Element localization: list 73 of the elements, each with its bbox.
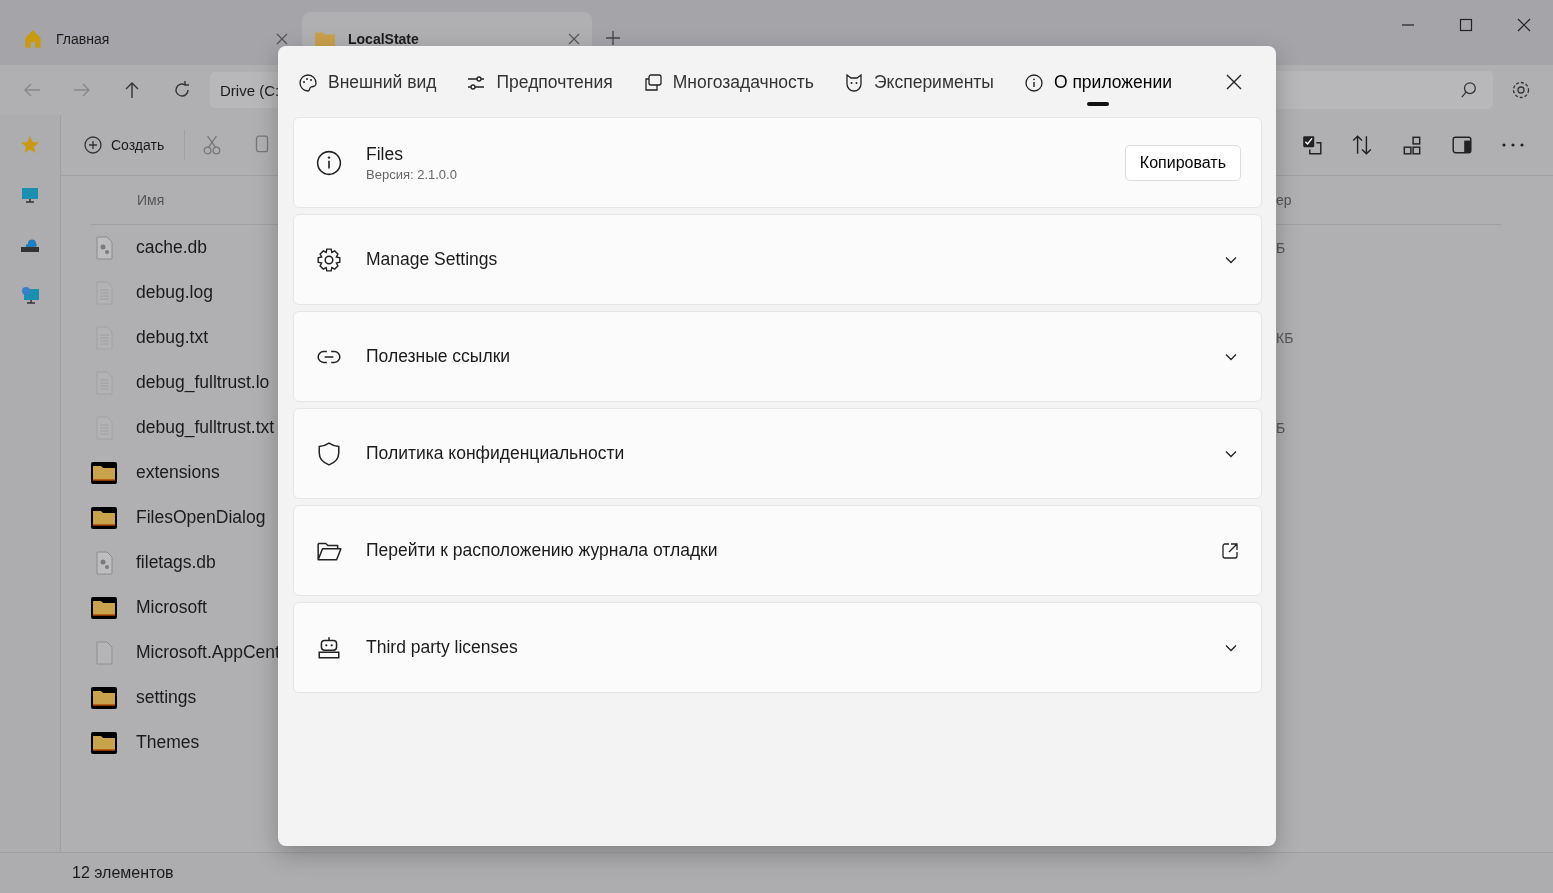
maximize-icon[interactable] [1459, 18, 1473, 32]
item-count: 12 элементов [72, 864, 174, 882]
close-icon[interactable] [1517, 18, 1531, 32]
palette-icon [298, 72, 318, 93]
folder-icon [91, 460, 117, 485]
folder-icon [91, 730, 117, 755]
card-title: Files [366, 143, 404, 165]
settings-icon[interactable] [1511, 80, 1531, 100]
monitor-icon[interactable] [20, 185, 40, 205]
search-field[interactable] [1273, 71, 1493, 109]
file-name[interactable]: Microsoft [136, 597, 207, 618]
settings-card[interactable]: Перейти к расположению журнала отладки [293, 505, 1262, 596]
cat-icon [844, 72, 864, 93]
tab-label: LocalState [348, 30, 420, 47]
card-title: Third party licenses [366, 637, 519, 658]
refresh-icon[interactable] [172, 80, 192, 100]
file-name[interactable]: settings [136, 687, 197, 708]
file-name[interactable]: filetags.db [136, 552, 216, 573]
star-icon[interactable] [20, 135, 40, 155]
file-name[interactable]: cache.db [136, 237, 208, 258]
column-header[interactable]: Имя [137, 192, 165, 208]
settings-tab[interactable]: О приложении [1023, 57, 1172, 106]
file-name[interactable]: debug.txt [136, 327, 208, 348]
card-title: Manage Settings [366, 249, 499, 270]
chevron-down-icon[interactable] [1225, 643, 1237, 652]
network-icon[interactable] [20, 285, 40, 305]
browser-tab[interactable]: Главная [10, 12, 300, 65]
new-tab-icon[interactable] [606, 31, 620, 45]
folder-icon [91, 685, 117, 710]
card-title: Перейти к расположению журнала отладки [366, 540, 719, 561]
card-title: Полезные ссылки [366, 346, 512, 367]
settings-tab[interactable]: Многозадачность [642, 57, 814, 106]
info-icon [316, 149, 342, 176]
copy-button[interactable]: Копировать [1124, 144, 1241, 181]
gear-icon [316, 246, 342, 273]
robot-icon [316, 634, 342, 661]
tab-label: Главная [56, 30, 111, 47]
file-size: Б [1276, 239, 1286, 256]
file-name[interactable]: debug_fulltrust.lo [136, 372, 270, 393]
chevron-down-icon[interactable] [1225, 352, 1237, 361]
file-name[interactable]: Themes [136, 732, 200, 753]
layout-icon[interactable] [1401, 134, 1423, 156]
settings-card[interactable]: Полезные ссылки [293, 311, 1262, 402]
close-icon[interactable] [1226, 73, 1242, 90]
settings-card[interactable]: Политика конфиденциальности [293, 408, 1262, 499]
folder-icon [91, 505, 117, 530]
version-text: Версия: 2.1.0.0 [366, 166, 458, 182]
file-name[interactable]: FilesOpenDialog [136, 507, 266, 528]
pane-icon[interactable] [1451, 134, 1473, 156]
chevron-down-icon[interactable] [1225, 449, 1237, 458]
create-label: Создать [111, 137, 165, 153]
create-button[interactable]: Создать [79, 129, 169, 161]
file-name[interactable]: debug_fulltrust.txt [136, 417, 275, 438]
folder-icon [91, 595, 117, 620]
card-title: Политика конфиденциальности [366, 443, 626, 464]
settings-card[interactable]: Manage Settings [293, 214, 1262, 305]
search-icon [1460, 81, 1478, 99]
chevron-down-icon[interactable] [1225, 255, 1237, 264]
file-size: Б [1276, 419, 1286, 436]
file-name[interactable]: Microsoft.AppCent [136, 642, 280, 663]
file-size: КБ [1276, 329, 1294, 346]
shield-icon [316, 440, 342, 467]
select-icon[interactable] [1301, 134, 1323, 156]
file-name[interactable]: debug.log [136, 282, 213, 303]
file-name[interactable]: extensions [136, 462, 220, 483]
external-link-icon[interactable] [1221, 541, 1239, 560]
info-icon [1023, 72, 1044, 93]
settings-tab[interactable]: Эксперименты [844, 57, 994, 106]
settings-card[interactable]: Third party licenses [293, 602, 1262, 693]
windows-icon [642, 72, 663, 93]
plus-circle-icon [83, 135, 103, 155]
more-icon[interactable] [1501, 142, 1525, 148]
sort-icon[interactable] [1351, 134, 1373, 156]
